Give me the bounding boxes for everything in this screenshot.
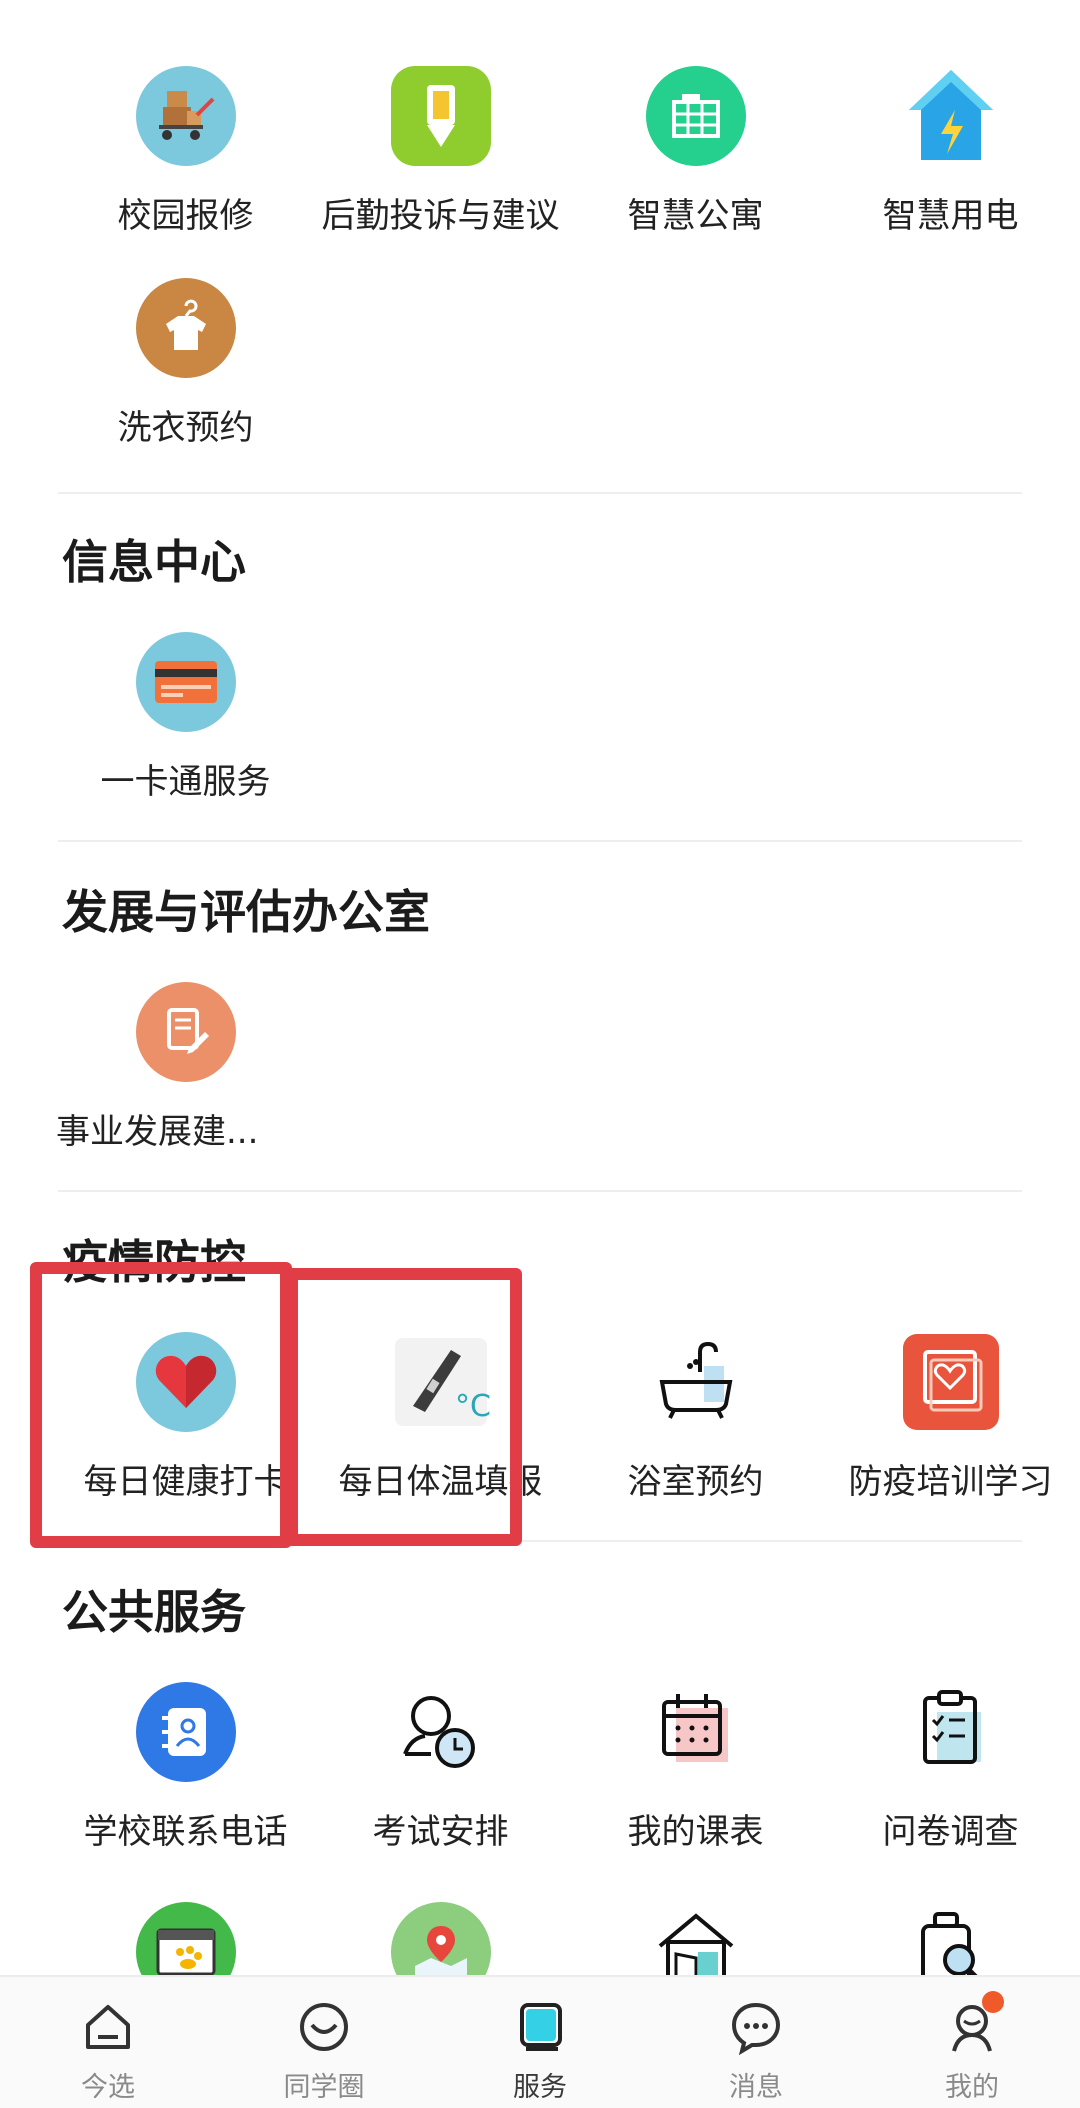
map-pin-icon: [390, 1902, 491, 1975]
service-label: 事业发展建...: [56, 1112, 259, 1152]
service-label: 智慧公寓: [627, 196, 764, 236]
section-public-services: 公共服务 学校联系电话 考试安排 我的课表 问卷调查: [0, 1542, 1080, 1975]
service-label: 学校联系电话: [83, 1812, 288, 1852]
calendar-icon: [646, 1682, 746, 1782]
repair-cart-icon: [135, 66, 236, 166]
smile-circle-icon: [296, 1999, 352, 2055]
exam-clock-icon: [391, 1682, 491, 1782]
paw-window-icon: [135, 1902, 236, 1975]
tab-classmates[interactable]: 同学圈: [216, 1977, 432, 2108]
building-icon: [645, 66, 746, 166]
service-school-contacts[interactable]: 学校联系电话: [58, 1682, 313, 1894]
service-campus-repair[interactable]: 校园报修: [58, 66, 313, 278]
section-title: 公共服务: [62, 1585, 246, 1639]
service-label: 洗衣预约: [117, 408, 254, 448]
library-book-icon: [646, 1902, 746, 1975]
service-laundry[interactable]: 洗衣预约: [58, 278, 313, 490]
service-label: 我的课表: [627, 1812, 764, 1852]
service-item-partial[interactable]: [313, 1902, 568, 1975]
tab-services[interactable]: 服务: [432, 1977, 648, 2108]
service-label: 后勤投诉与建议: [321, 196, 560, 236]
section-logistics: 校园报修 后勤投诉与建议 智慧公寓 智慧用电 洗衣预约: [0, 0, 1080, 494]
tab-label: 服务: [513, 2072, 567, 2103]
pencil-icon: [390, 66, 491, 166]
service-bathroom-booking[interactable]: 浴室预约: [568, 1332, 823, 1544]
highlight-box-health-checkin: [30, 1262, 292, 1548]
bathtub-icon: [646, 1332, 746, 1432]
tab-today[interactable]: 今选: [0, 1977, 216, 2108]
highlight-box-temperature-report: [286, 1268, 522, 1546]
section-info-center: 信息中心 一卡通服务: [0, 494, 1080, 842]
notification-badge: [982, 1991, 1004, 2013]
chat-bubble-icon: [728, 1999, 784, 2056]
luggage-search-icon: [901, 1902, 1001, 1975]
service-my-timetable[interactable]: 我的课表: [568, 1682, 823, 1894]
service-campus-card[interactable]: 一卡通服务: [58, 632, 313, 844]
service-label: 浴室预约: [627, 1462, 764, 1502]
service-label: 问卷调查: [882, 1812, 1019, 1852]
service-list: 校园报修 后勤投诉与建议 智慧公寓 智慧用电 洗衣预约 信息中心 一卡通服务 发…: [0, 0, 1080, 1975]
contacts-book-icon: [135, 1682, 236, 1782]
service-item-partial[interactable]: [568, 1902, 823, 1975]
home-icon: [80, 1999, 136, 2055]
service-logistics-feedback[interactable]: 后勤投诉与建议: [313, 66, 568, 278]
service-item-partial[interactable]: [823, 1902, 1078, 1975]
section-title: 信息中心: [62, 535, 246, 589]
tab-label: 消息: [729, 2072, 783, 2103]
service-smart-electricity[interactable]: 智慧用电: [823, 66, 1078, 278]
tab-label: 今选: [81, 2072, 135, 2103]
shirt-hanger-icon: [135, 278, 236, 378]
tab-label: 同学圈: [283, 2072, 365, 2103]
bottom-tab-bar: 今选 同学圈 服务 消息 我的: [0, 1975, 1080, 2108]
service-label: 智慧用电: [882, 196, 1019, 236]
clipboard-check-icon: [901, 1682, 1001, 1782]
tab-label: 我的: [945, 2072, 999, 2103]
service-item-partial[interactable]: [58, 1902, 313, 1975]
service-smart-apartment[interactable]: 智慧公寓: [568, 66, 823, 278]
service-questionnaire[interactable]: 问卷调查: [823, 1682, 1078, 1894]
service-label: 防疫培训学习: [848, 1462, 1053, 1502]
document-edit-icon: [135, 982, 236, 1082]
service-epidemic-training[interactable]: 防疫培训学习: [823, 1332, 1078, 1544]
service-career-development[interactable]: 事业发展建...: [56, 982, 313, 1194]
card-icon: [135, 632, 236, 732]
service-label: 一卡通服务: [100, 762, 271, 802]
tab-messages[interactable]: 消息: [648, 1977, 864, 2108]
service-label: 校园报修: [117, 196, 254, 236]
tab-mine[interactable]: 我的: [864, 1977, 1080, 2108]
service-label: 考试安排: [372, 1812, 509, 1852]
house-lightning-icon: [901, 66, 1001, 166]
section-development-office: 发展与评估办公室 事业发展建...: [0, 842, 1080, 1192]
health-monitor-icon: [901, 1332, 1001, 1432]
service-square-icon: [512, 1999, 568, 2055]
service-exam-schedule[interactable]: 考试安排: [313, 1682, 568, 1894]
section-title: 发展与评估办公室: [62, 885, 430, 939]
